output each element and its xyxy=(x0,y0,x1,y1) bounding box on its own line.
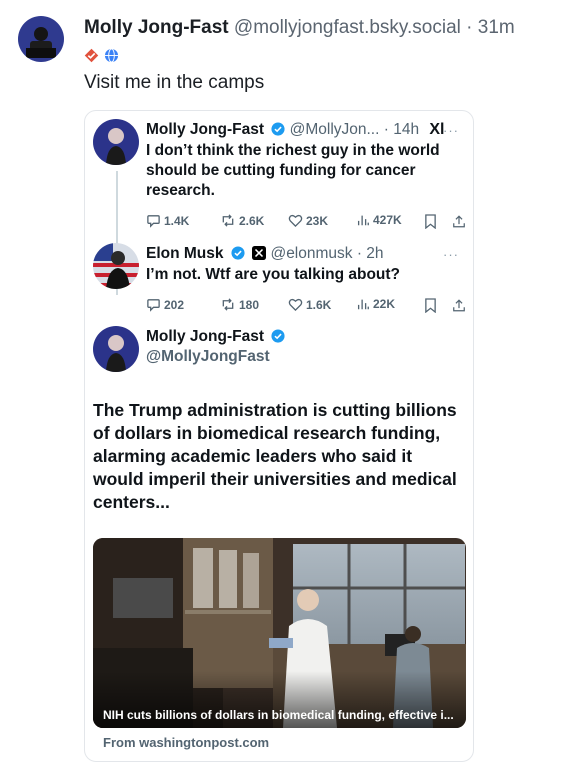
reply-count: 1.4K xyxy=(164,213,190,228)
views-count: 22K xyxy=(373,297,396,311)
tweet-handle: @MollyJongFast xyxy=(146,348,270,365)
post-timestamp[interactable]: 31m xyxy=(478,17,515,38)
post-author-handle[interactable]: @mollyjongfast.bsky.social xyxy=(234,17,461,38)
tweet-actions: 202 180 1.6K 22K xyxy=(146,297,468,317)
more-options-icon: ··· xyxy=(443,123,459,138)
x-logo-icon xyxy=(252,246,267,260)
share-icon xyxy=(453,215,465,228)
post-time-separator: · xyxy=(466,17,473,38)
repost-count: 180 xyxy=(239,297,260,312)
tweet-actions: 1.4K 2.6K 23K 427K xyxy=(146,213,468,233)
tweet-avatar xyxy=(93,326,139,372)
views-count: 427K xyxy=(373,213,402,227)
tweet-header: Molly Jong-Fast xyxy=(146,328,285,346)
repost-action: 2.6K xyxy=(220,213,264,228)
views-action: 427K xyxy=(356,213,402,227)
like-action: 1.6K xyxy=(288,297,331,312)
views-icon xyxy=(357,299,369,310)
like-count: 1.6K xyxy=(306,297,332,312)
reply-count: 202 xyxy=(164,297,185,312)
more-options-icon: ··· xyxy=(443,247,459,262)
embedded-screenshot[interactable]: Molly Jong-Fast @MollyJon... · 14h Xl ··… xyxy=(84,110,474,762)
post-author-name[interactable]: Molly Jong-Fast xyxy=(84,17,229,38)
post-header: Molly Jong-Fast @mollyjongfast.bsky.soci… xyxy=(84,17,515,39)
reply-icon xyxy=(147,215,160,228)
bookmark-icon xyxy=(425,214,436,229)
article-caption: NIH cuts billions of dollars in biomedic… xyxy=(103,708,454,722)
views-action: 22K xyxy=(356,297,395,311)
tweet-header: Elon Musk @elonmusk · 2h xyxy=(146,245,384,263)
globe-icon xyxy=(104,48,119,63)
repost-count: 2.6K xyxy=(239,213,265,228)
tweet-text: I don’t think the richest guy in the wor… xyxy=(146,142,440,199)
article-source: From washingtonpost.com xyxy=(103,735,270,750)
repost-action: 180 xyxy=(220,297,259,312)
views-icon xyxy=(357,215,369,226)
bookmark-icon xyxy=(425,298,436,313)
reply-action: 1.4K xyxy=(146,213,189,228)
post-text: Visit me in the camps xyxy=(84,72,265,93)
article-image: NIH cuts billions of dollars in biomedic… xyxy=(93,538,466,728)
heart-icon xyxy=(288,214,303,228)
repost-icon xyxy=(222,214,234,227)
tweet-author-name: Molly Jong-Fast xyxy=(146,328,264,345)
like-count: 23K xyxy=(306,213,329,228)
share-icon xyxy=(453,299,465,312)
heart-icon xyxy=(288,298,303,312)
tweet-avatar xyxy=(93,243,139,289)
verified-badge-icon xyxy=(271,329,285,343)
tweet-avatar xyxy=(93,119,139,165)
post-avatar[interactable] xyxy=(18,16,64,62)
reply-icon xyxy=(147,299,160,312)
like-action: 23K xyxy=(288,213,328,228)
verified-badge-icon xyxy=(231,246,245,260)
repost-icon xyxy=(222,298,234,311)
tweet-text: I’m not. Wtf are you talking about? xyxy=(146,266,401,283)
tweet-handle-time: @elonmusk · 2h xyxy=(270,245,384,262)
tweet-header: Molly Jong-Fast @MollyJon... · 14h Xl xyxy=(146,121,445,139)
verified-badge-icon xyxy=(271,122,285,136)
tweet-author-name: Elon Musk xyxy=(146,245,224,262)
tweet-author-name: Molly Jong-Fast xyxy=(146,121,264,138)
post-badges xyxy=(84,48,119,63)
tweet-handle-time: @MollyJon... · 14h xyxy=(289,121,420,138)
quoted-tweet-text: The Trump administration is cutting bill… xyxy=(93,400,457,512)
reply-action: 202 xyxy=(146,297,184,312)
verified-check-icon xyxy=(84,48,99,63)
